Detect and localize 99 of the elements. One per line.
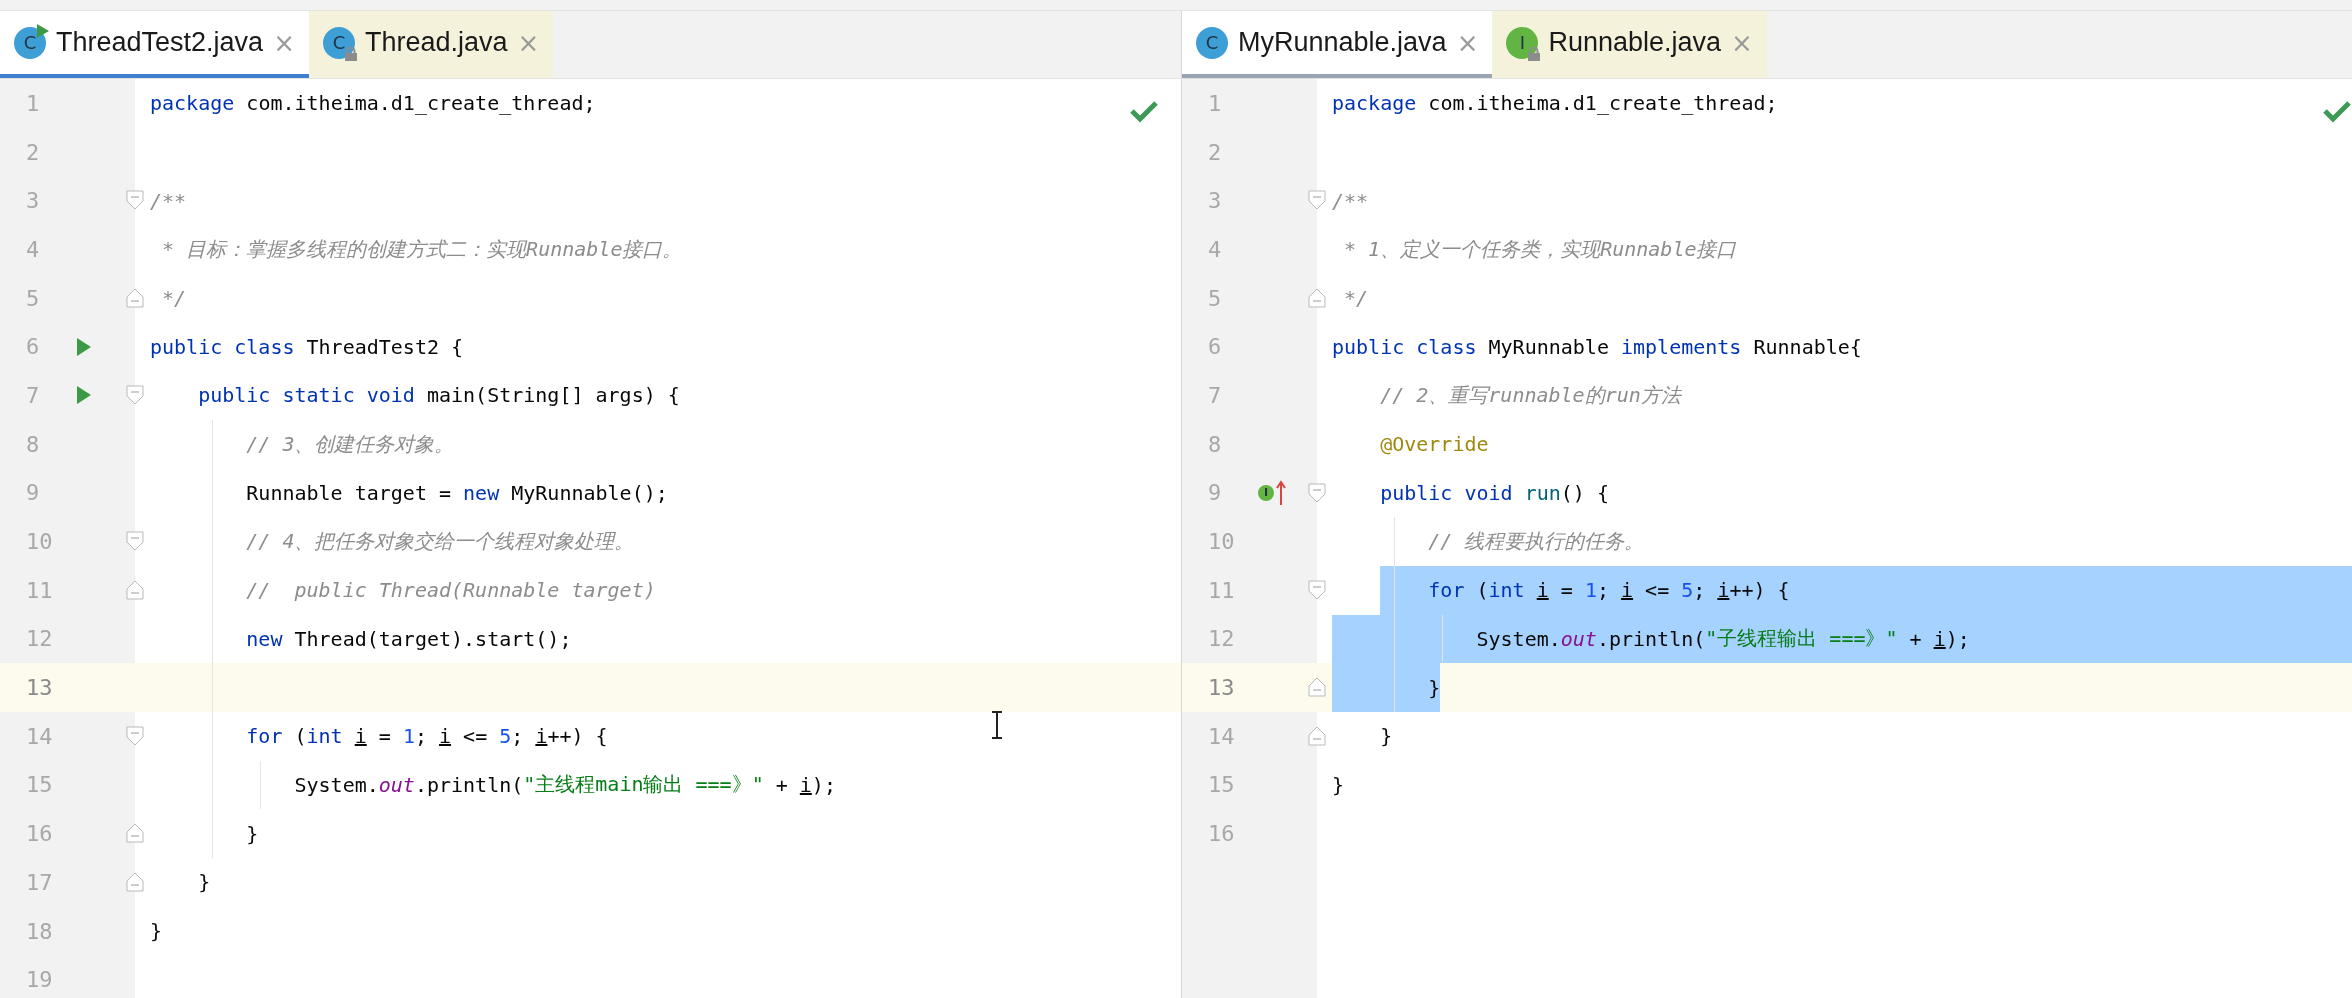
fold-icon[interactable] bbox=[1308, 677, 1326, 698]
line-number: 12 bbox=[1207, 626, 1236, 652]
code-line: public class MyRunnable implements Runnable{ bbox=[1332, 333, 1862, 361]
code-line: */ bbox=[1343, 285, 1369, 313]
line-number: 4 bbox=[25, 236, 41, 262]
code-line: package com.itheima.d1_create_thread; bbox=[1332, 90, 1778, 118]
fold-icon[interactable] bbox=[1308, 190, 1326, 211]
fold-icon[interactable] bbox=[126, 579, 144, 600]
line-number: 2 bbox=[1207, 139, 1223, 165]
code-line: } bbox=[150, 918, 163, 946]
fold-icon[interactable] bbox=[126, 190, 144, 211]
code-line: @Override bbox=[1380, 431, 1489, 459]
line-number: 7 bbox=[1207, 382, 1223, 408]
code-line: // 3、创建任务对象。 bbox=[246, 430, 455, 458]
editor-tab[interactable]: C MyRunnable.java × bbox=[1182, 11, 1493, 78]
code-line: public static void main(String[] args) { bbox=[198, 382, 680, 410]
fold-icon[interactable] bbox=[126, 287, 144, 308]
line-number: 1 bbox=[1207, 90, 1223, 116]
code-line: } bbox=[1428, 674, 1441, 702]
line-number: 14 bbox=[25, 723, 54, 749]
code-line: System.out.println("主线程main输出 ===》" + i); bbox=[294, 771, 836, 799]
file-type-icon: C bbox=[1196, 26, 1228, 59]
line-number: 12 bbox=[25, 626, 54, 652]
code-line: // public Thread(Runnable target) bbox=[246, 577, 656, 605]
line-number: 5 bbox=[1207, 285, 1223, 311]
code-line: for (int i = 1; i <= 5; i++) { bbox=[1428, 577, 1790, 605]
line-number: 15 bbox=[1207, 772, 1236, 798]
line-number: 3 bbox=[25, 188, 41, 214]
fold-icon[interactable] bbox=[126, 725, 144, 746]
up-arrow-icon bbox=[1276, 479, 1286, 506]
editor-tab[interactable]: I Runnable.java × bbox=[1492, 11, 1767, 78]
fold-icon[interactable] bbox=[126, 385, 144, 406]
implements-icon[interactable]: I bbox=[1258, 484, 1274, 501]
check-icon[interactable] bbox=[1129, 99, 1159, 123]
line-number: 2 bbox=[25, 139, 41, 165]
code-line: new Thread(target).start(); bbox=[246, 625, 572, 653]
file-type-icon: C bbox=[14, 26, 46, 59]
line-number: 10 bbox=[25, 529, 54, 555]
line-number: 15 bbox=[25, 772, 54, 798]
editor-tab[interactable]: C ThreadTest2.java × bbox=[0, 11, 309, 78]
run-icon[interactable] bbox=[76, 385, 92, 406]
code-line: */ bbox=[161, 285, 187, 313]
line-number: 4 bbox=[1207, 236, 1223, 262]
fold-icon[interactable] bbox=[1308, 287, 1326, 308]
line-number: 11 bbox=[1207, 577, 1236, 603]
line-number: 6 bbox=[25, 334, 41, 360]
line-number: 18 bbox=[25, 918, 54, 944]
close-icon[interactable]: × bbox=[273, 27, 295, 58]
code-line: } bbox=[1380, 723, 1393, 751]
line-number: 13 bbox=[25, 675, 54, 701]
line-number: 10 bbox=[1207, 529, 1236, 555]
fold-icon[interactable] bbox=[1308, 579, 1326, 600]
code-line: for (int i = 1; i <= 5; i++) { bbox=[246, 723, 608, 751]
run-icon[interactable] bbox=[76, 336, 92, 357]
code-line: * 1、定义一个任务类，实现Runnable接口 bbox=[1343, 235, 1737, 263]
code-line: * 目标：掌握多线程的创建方式二：实现Runnable接口。 bbox=[161, 235, 683, 263]
text-cursor-icon bbox=[990, 710, 1004, 740]
file-type-icon: C bbox=[322, 26, 355, 59]
line-number: 1 bbox=[25, 90, 41, 116]
line-number: 19 bbox=[25, 967, 54, 993]
close-icon[interactable]: × bbox=[1456, 27, 1479, 58]
code-line: package com.itheima.d1_create_thread; bbox=[150, 90, 596, 118]
file-type-icon: I bbox=[1506, 26, 1539, 59]
code-line: Runnable target = new MyRunnable(); bbox=[246, 479, 668, 507]
code-line: // 线程要执行的任务。 bbox=[1428, 528, 1645, 556]
editor-tab[interactable]: C Thread.java × bbox=[308, 11, 554, 78]
fold-icon[interactable] bbox=[126, 823, 144, 844]
line-number: 11 bbox=[25, 577, 54, 603]
line-number: 7 bbox=[25, 382, 41, 408]
line-number: 5 bbox=[25, 285, 41, 311]
line-number: 9 bbox=[25, 480, 41, 506]
fold-icon[interactable] bbox=[126, 531, 144, 552]
lock-icon bbox=[343, 46, 358, 61]
fold-icon[interactable] bbox=[1308, 725, 1326, 746]
code-line: System.out.println("子线程输出 ===》" + i); bbox=[1476, 625, 1970, 653]
code-line: /** bbox=[150, 187, 187, 215]
fold-icon[interactable] bbox=[1308, 482, 1326, 503]
code-line: /** bbox=[1332, 187, 1369, 215]
line-number: 8 bbox=[25, 431, 41, 457]
line-number: 17 bbox=[25, 869, 54, 895]
fold-icon[interactable] bbox=[126, 872, 144, 892]
run-badge-icon bbox=[36, 22, 50, 39]
code-line: } bbox=[198, 869, 211, 897]
line-number: 16 bbox=[25, 821, 54, 847]
line-number: 9 bbox=[1207, 480, 1223, 506]
code-line: // 4、把任务对象交给一个线程对象处理。 bbox=[246, 528, 635, 556]
line-number: 14 bbox=[1207, 723, 1236, 749]
code-line: public class ThreadTest2 { bbox=[150, 333, 464, 361]
line-number: 16 bbox=[1207, 821, 1236, 847]
line-number: 3 bbox=[1207, 188, 1223, 214]
code-line: } bbox=[246, 820, 259, 848]
code-line: // 2、重写runnable的run方法 bbox=[1380, 381, 1681, 409]
line-number: 13 bbox=[1207, 675, 1236, 701]
line-number: 8 bbox=[1207, 431, 1223, 457]
line-number: 6 bbox=[1207, 334, 1223, 360]
code-line: } bbox=[1332, 771, 1345, 799]
lock-icon bbox=[1527, 46, 1542, 61]
code-line: public void run() { bbox=[1380, 479, 1609, 507]
check-icon[interactable] bbox=[2322, 99, 2352, 123]
